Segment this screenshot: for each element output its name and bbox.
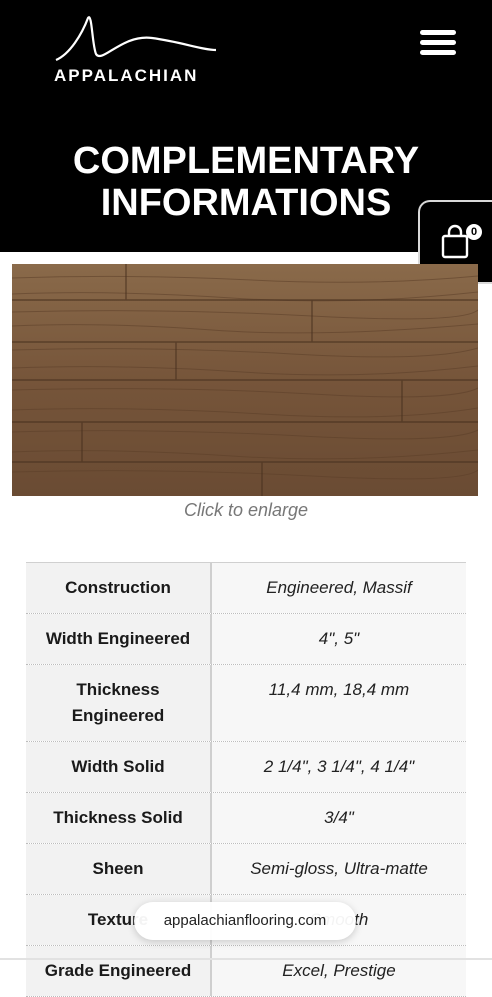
brand-name: APPALACHIAN: [54, 66, 199, 85]
cart-count-badge: 0: [466, 224, 482, 240]
page-title-line-1: COMPLEMENTARY: [72, 140, 420, 182]
click-to-enlarge-caption[interactable]: Click to enlarge: [0, 500, 492, 521]
spec-label: Sheen: [26, 844, 212, 894]
spec-value: Engineered, Massif: [212, 563, 466, 613]
spec-label: Thickness Solid: [26, 793, 212, 843]
spec-value: 11,4 mm, 18,4 mm: [212, 665, 466, 741]
spec-value: Semi-gloss, Ultra-matte: [212, 844, 466, 894]
spec-label: Thickness Engineered: [26, 665, 212, 741]
hamburger-menu-icon[interactable]: [420, 28, 458, 58]
brand-logo[interactable]: APPALACHIAN: [52, 14, 222, 86]
spec-value: 4", 5": [212, 614, 466, 664]
product-image[interactable]: [12, 264, 478, 496]
table-row: Grade Engineered Excel, Prestige: [26, 946, 466, 997]
spec-value: 3/4": [212, 793, 466, 843]
table-row: Thickness Solid 3/4": [26, 793, 466, 844]
table-row: Sheen Semi-gloss, Ultra-matte: [26, 844, 466, 895]
browser-url-bar[interactable]: appalachianflooring.com: [134, 902, 356, 940]
table-row: Thickness Engineered 11,4 mm, 18,4 mm: [26, 665, 466, 742]
spec-label: Width Engineered: [26, 614, 212, 664]
table-row: Width Engineered 4", 5": [26, 614, 466, 665]
logo-mountain-icon: [55, 16, 217, 62]
spec-value: 2 1/4", 3 1/4", 4 1/4": [212, 742, 466, 792]
wood-plank-image: [12, 264, 478, 496]
table-row: Width Solid 2 1/4", 3 1/4", 4 1/4": [26, 742, 466, 793]
spec-label: Grade Engineered: [26, 946, 212, 996]
table-row: Construction Engineered, Massif: [26, 563, 466, 614]
spec-label: Width Solid: [26, 742, 212, 792]
spec-label: Construction: [26, 563, 212, 613]
spec-value: Excel, Prestige: [212, 946, 466, 996]
